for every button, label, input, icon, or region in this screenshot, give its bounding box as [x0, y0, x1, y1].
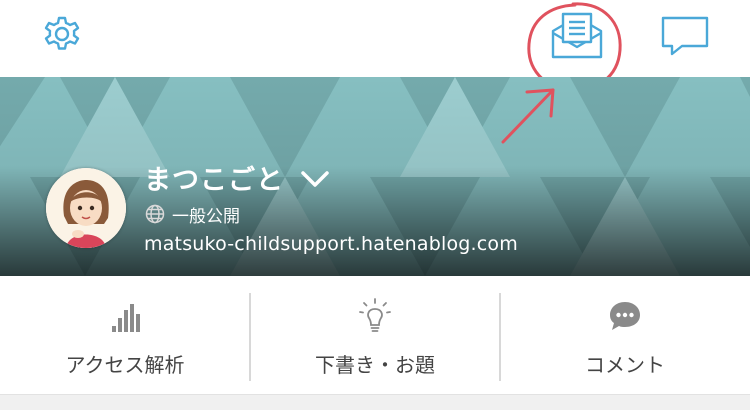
visibility-status: 一般公開 — [172, 207, 240, 227]
tab-label: アクセス解析 — [65, 353, 185, 377]
content-area-edge — [0, 394, 750, 410]
tab-label: コメント — [585, 353, 665, 377]
gear-icon[interactable] — [38, 10, 86, 58]
top-toolbar — [0, 0, 750, 92]
blog-title[interactable]: まつこごと — [144, 158, 284, 197]
avatar-illustration — [46, 168, 126, 248]
chevron-down-icon[interactable] — [300, 168, 330, 190]
tab-access-analytics[interactable]: アクセス解析 — [0, 276, 250, 394]
lightbulb-icon — [359, 298, 391, 332]
tab-bar: アクセス解析 下書き・お題 コメント — [0, 276, 750, 394]
bar-chart-icon — [112, 304, 140, 332]
annotation-arrow — [501, 88, 555, 144]
tab-label: 下書き・お題 — [315, 353, 435, 377]
tab-comments[interactable]: コメント — [500, 276, 750, 394]
blog-url: matsuko-childsupport.hatenablog.com — [144, 233, 518, 255]
avatar[interactable] — [46, 168, 126, 248]
chat-bubble-icon — [610, 302, 640, 330]
tab-drafts[interactable]: 下書き・お題 — [250, 276, 500, 394]
speech-bubble-icon[interactable] — [660, 15, 710, 57]
globe-icon — [145, 204, 165, 224]
